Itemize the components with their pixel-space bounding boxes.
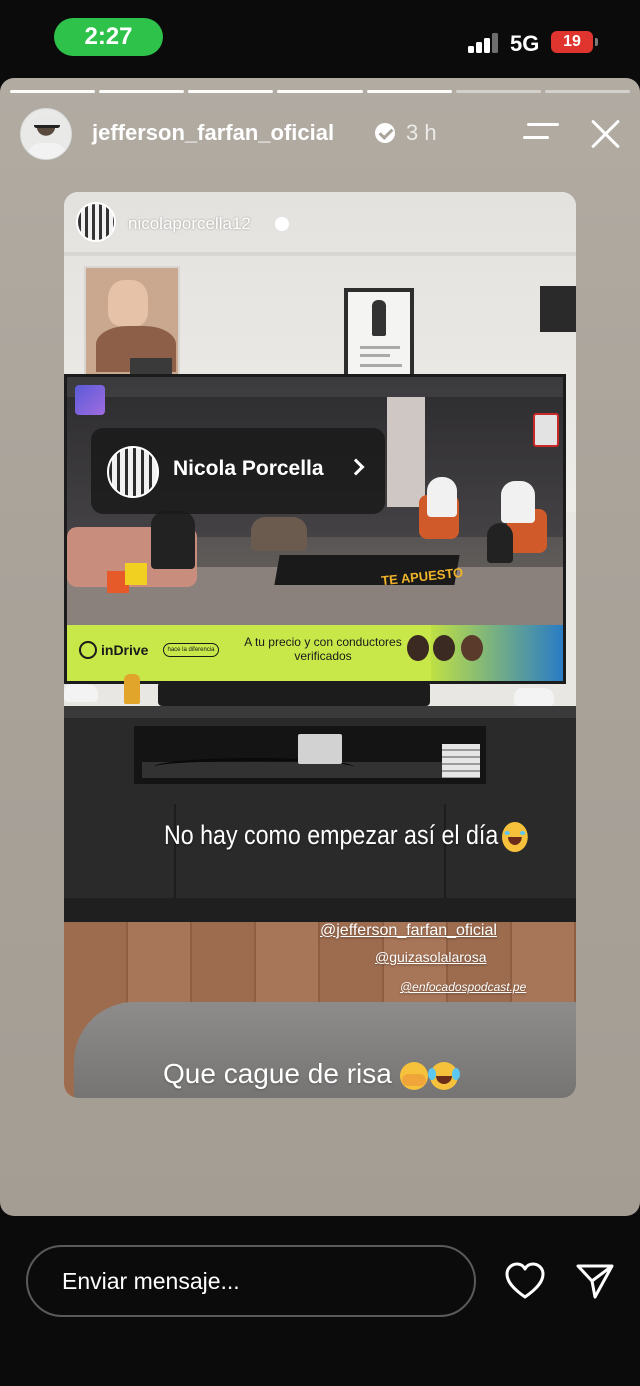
wall-poster [344, 288, 414, 382]
status-time[interactable]: 2:27 [54, 18, 163, 56]
channel-logo [75, 385, 105, 415]
story-progress-segment [366, 90, 452, 93]
mention-tag[interactable]: @jefferson_farfan_oficial [320, 922, 497, 940]
send-icon[interactable] [574, 1261, 616, 1301]
chevron-right-icon [347, 458, 365, 476]
ad-brand: inDrive [79, 641, 148, 659]
show-logo [533, 413, 559, 447]
avatar [107, 446, 159, 498]
toy-car [64, 684, 98, 702]
signal-icon [468, 33, 500, 53]
story-text: Que cague de risa [163, 1058, 458, 1090]
face-with-hand-over-mouth-icon [399, 1061, 428, 1090]
avatar[interactable] [20, 108, 72, 160]
story-progress-segment [188, 90, 274, 93]
console-top [64, 706, 576, 718]
story-header: jefferson_farfan_oficial 3 h [20, 108, 630, 160]
menu-icon[interactable] [523, 121, 559, 145]
toy-car [514, 688, 554, 706]
story-username[interactable]: jefferson_farfan_oficial [92, 120, 334, 146]
ad-text: A tu precio y con conductores verificado… [244, 635, 402, 663]
console-door-edge [174, 804, 176, 902]
mention-tag[interactable]: @guizasolalarosa [375, 949, 487, 965]
story-progress-bar [10, 90, 630, 93]
mention-tag[interactable]: @enfocadospodcast.pe [400, 980, 526, 994]
story-progress-segment [10, 90, 96, 93]
story-progress-segment [99, 90, 185, 93]
story-card[interactable]: jefferson_farfan_oficial 3 h nicolaporce… [0, 78, 640, 1216]
game-console [298, 734, 342, 764]
wall-trim [64, 252, 576, 256]
story-progress-segment [544, 90, 630, 93]
battery-tip [595, 38, 598, 46]
tv-screen: TE APUESTO inDrive hace la diferencia A … [67, 377, 563, 681]
status-bar: 2:27 5G 19 [0, 0, 640, 78]
toy-figure [124, 674, 140, 704]
network-type: 5G [510, 31, 540, 56]
shared-post-username[interactable]: nicolaporcella12 [128, 214, 251, 234]
verified-badge-icon [375, 123, 395, 143]
battery-icon: 19 [551, 31, 593, 53]
shared-post-caption: No hay como empezar así el día [164, 820, 528, 852]
tv: TE APUESTO inDrive hace la diferencia A … [64, 374, 566, 684]
heart-icon[interactable] [504, 1261, 546, 1301]
verified-badge-icon [275, 217, 289, 231]
message-input[interactable]: Enviar mensaje... [26, 1245, 476, 1317]
face-with-tears-of-joy-icon [501, 821, 528, 852]
story-progress-segment [455, 90, 541, 93]
book-stack [442, 744, 480, 778]
soundbar [158, 682, 430, 706]
story-time-ago: 3 h [406, 120, 437, 145]
profile-link-name: Nicola Porcella [173, 457, 324, 480]
profile-link-sticker[interactable]: Nicola Porcella [91, 428, 385, 514]
close-icon[interactable] [588, 116, 624, 152]
shared-post[interactable]: nicolaporcella12 TE APUESTO inDrive hace… [64, 192, 576, 1098]
loudly-crying-face-icon [427, 1061, 458, 1090]
console-base [64, 898, 576, 924]
ad-tag: hace la diferencia [163, 643, 219, 657]
story-progress-segment [277, 90, 363, 93]
avatar[interactable] [76, 202, 116, 242]
console-door-edge [444, 804, 446, 902]
speaker [540, 286, 576, 332]
